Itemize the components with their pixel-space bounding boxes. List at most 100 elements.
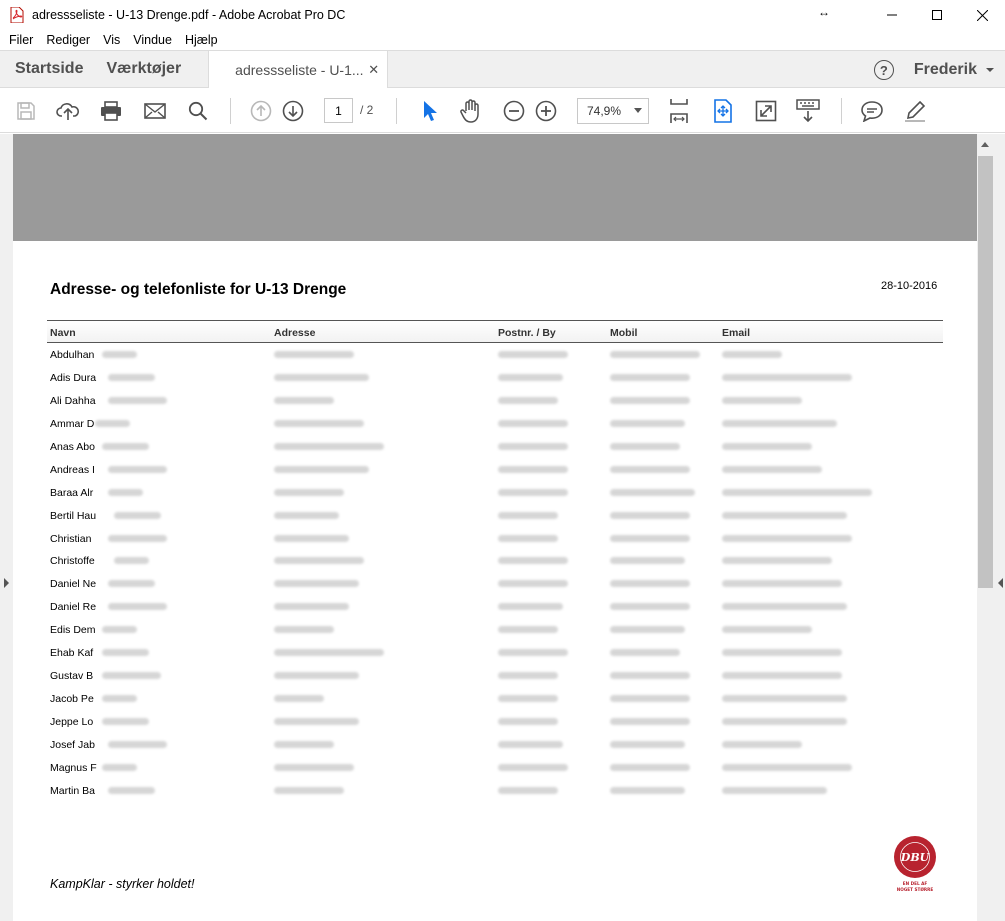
redacted-text <box>610 649 680 657</box>
svg-text:DBU: DBU <box>900 851 931 864</box>
scrollbar-thumb[interactable] <box>978 156 993 588</box>
previous-page-icon[interactable] <box>248 98 274 124</box>
redacted-text <box>610 740 685 748</box>
tab-document[interactable]: adressseliste - U-1... ✕ <box>208 51 389 88</box>
redacted-text <box>610 626 685 634</box>
pdf-page[interactable]: Adresse- og telefonliste for U-13 Drenge… <box>13 134 977 921</box>
select-cursor-icon[interactable] <box>416 98 442 124</box>
zoom-out-icon[interactable] <box>501 98 527 124</box>
cloud-upload-icon[interactable] <box>55 98 81 124</box>
member-name: Ali Dahha <box>50 394 96 407</box>
redacted-text <box>722 419 837 427</box>
redacted-text <box>498 534 558 542</box>
scroll-up-icon[interactable] <box>981 142 989 147</box>
redacted-text <box>274 351 354 358</box>
member-name: Daniel Ne <box>50 578 97 591</box>
redacted-text <box>107 786 155 794</box>
expand-right-pane-icon[interactable] <box>998 578 1003 588</box>
table-row: Jeppe Lo <box>47 710 943 733</box>
table-row: Magnus F <box>47 756 943 779</box>
email-icon[interactable] <box>142 98 168 124</box>
fit-page-icon[interactable] <box>710 98 736 124</box>
page-number-input[interactable]: 1 <box>324 98 353 123</box>
redacted-text <box>610 465 690 473</box>
next-page-icon[interactable] <box>280 98 306 124</box>
tab-tools[interactable]: Værktøjer <box>96 51 194 87</box>
window-title: adressseliste - U-13 Drenge.pdf - Adobe … <box>32 8 346 22</box>
redacted-text <box>274 763 354 771</box>
help-icon[interactable]: ? <box>873 60 894 80</box>
keyboard-shortcuts-icon[interactable] <box>795 98 821 124</box>
redacted-text <box>610 580 690 588</box>
document-title: Adresse- og telefonliste for U-13 Drenge <box>50 281 347 298</box>
member-name: Bertil Hau <box>50 509 97 522</box>
member-name: Andreas I <box>50 463 95 476</box>
document-date: 28-10-2016 <box>881 280 938 292</box>
redacted-text <box>274 718 359 725</box>
table-row: Bertil Hau <box>47 504 943 527</box>
redacted-text <box>107 488 143 496</box>
close-tab-icon[interactable]: ✕ <box>368 62 379 78</box>
table-row: Abdulhan <box>47 343 943 366</box>
svg-text:NOGET STØRRE: NOGET STØRRE <box>897 887 934 892</box>
hand-tool-icon[interactable] <box>458 98 484 124</box>
document-viewer[interactable]: Adresse- og telefonliste for U-13 Drenge… <box>0 134 1005 921</box>
redacted-text <box>274 603 349 611</box>
zoom-level-select[interactable]: 74,9% <box>577 98 649 124</box>
comment-icon[interactable] <box>859 98 885 124</box>
redacted-text <box>498 740 563 748</box>
highlight-pen-icon[interactable] <box>902 98 928 124</box>
member-name: Anas Abo <box>50 440 95 453</box>
redacted-text <box>722 740 802 748</box>
redacted-text <box>722 672 842 680</box>
member-name: Jacob Pe <box>50 693 94 706</box>
menu-view[interactable]: Vis <box>103 33 120 47</box>
redacted-text <box>722 557 832 565</box>
left-pane-collapsed[interactable] <box>0 134 13 921</box>
menu-edit[interactable]: Rediger <box>46 33 90 47</box>
menu-help[interactable]: Hjælp <box>185 33 218 47</box>
tab-home[interactable]: Startside <box>0 51 96 87</box>
redacted-text <box>101 718 149 725</box>
redacted-text <box>498 351 568 358</box>
zoom-in-icon[interactable] <box>533 98 559 124</box>
minimize-button[interactable] <box>869 0 915 30</box>
search-icon[interactable] <box>185 98 211 124</box>
member-name: Edis Dem <box>50 624 96 637</box>
table-row: Ehab Kaf <box>47 641 943 664</box>
save-icon[interactable] <box>13 98 39 124</box>
redacted-text <box>610 396 690 404</box>
redacted-text <box>610 419 685 427</box>
table-row: Daniel Re <box>47 595 943 618</box>
redacted-text <box>101 763 137 771</box>
redacted-text <box>610 442 680 450</box>
expand-left-pane-icon[interactable] <box>4 578 9 588</box>
resize-arrows-icon[interactable]: ↔ <box>818 5 830 19</box>
redacted-text <box>498 465 568 473</box>
redacted-text <box>722 763 852 771</box>
menu-file[interactable]: Filer <box>9 33 33 47</box>
redacted-text <box>722 351 782 358</box>
table-row: Anas Abo <box>47 435 943 458</box>
table-row: Martin Ba <box>47 779 943 802</box>
menu-bar: Filer Rediger Vis Vindue Hjælp <box>0 30 1005 50</box>
redacted-text <box>114 557 149 565</box>
vertical-scrollbar[interactable] <box>977 134 1005 921</box>
scrolling-mode-icon[interactable] <box>666 98 692 124</box>
redacted-text <box>274 488 344 496</box>
menu-window[interactable]: Vindue <box>133 33 172 47</box>
table-header: Navn Adresse Postnr. / By Mobil Email <box>47 320 943 343</box>
maximize-button[interactable] <box>914 0 960 30</box>
scrollbar-track[interactable] <box>977 134 994 921</box>
redacted-text <box>498 786 558 794</box>
tab-bar: Startside Værktøjer adressseliste - U-1.… <box>0 50 1005 88</box>
page-top-band <box>13 134 977 241</box>
close-window-button[interactable] <box>959 0 1005 30</box>
user-menu[interactable]: Frederik <box>914 61 977 79</box>
print-icon[interactable] <box>98 98 124 124</box>
redacted-text <box>610 763 690 771</box>
chevron-down-icon[interactable] <box>983 65 997 75</box>
table-row: Daniel Ne <box>47 572 943 595</box>
full-screen-icon[interactable] <box>753 98 779 124</box>
page-total: / 2 <box>360 103 374 117</box>
